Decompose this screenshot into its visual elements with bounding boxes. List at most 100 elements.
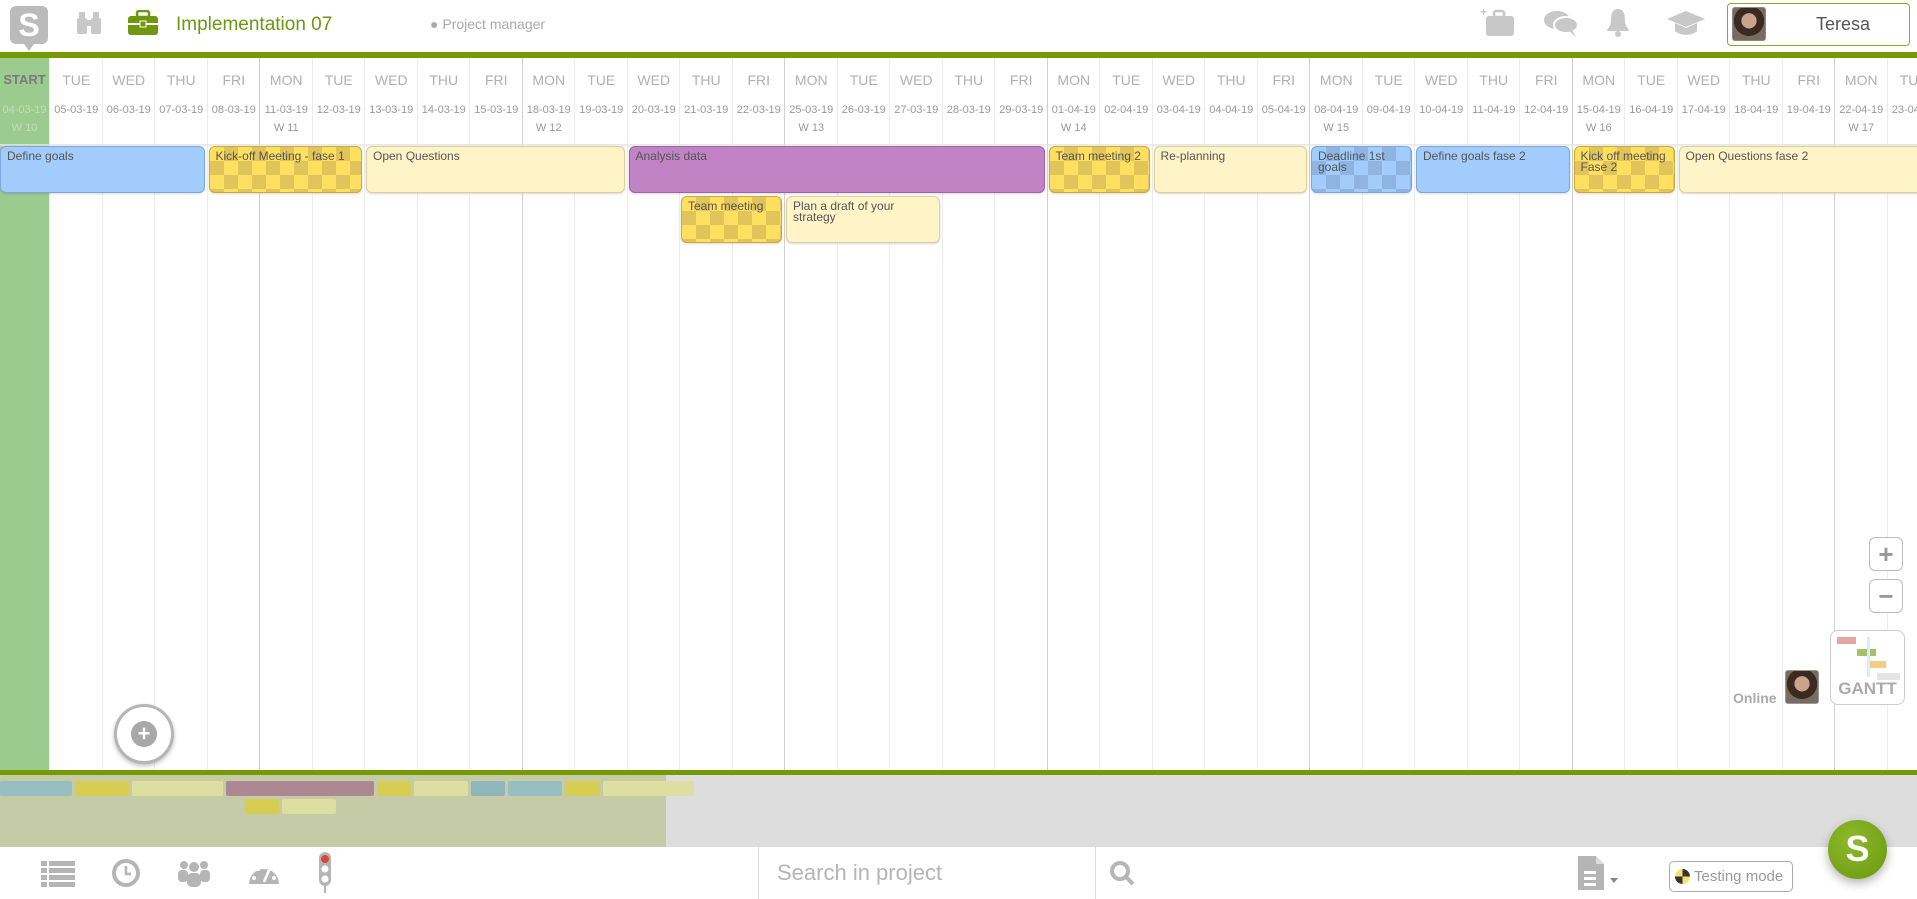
- day-of-week: MON: [1582, 72, 1616, 88]
- day-of-week: FRI: [1534, 72, 1558, 88]
- day-header: TUE 05-03-19: [50, 58, 103, 144]
- day-date: 19-04-19: [1786, 104, 1831, 116]
- day-of-week: WED: [1424, 72, 1458, 88]
- day-header: FRI 08-03-19: [208, 58, 261, 144]
- day-date: 26-03-19: [841, 104, 886, 116]
- testing-mode-button[interactable]: Testing mode: [1669, 861, 1793, 892]
- bell-icon[interactable]: [1603, 6, 1633, 38]
- day-date: 15-04-19: [1576, 104, 1621, 116]
- online-user-avatar[interactable]: [1785, 670, 1819, 704]
- day-of-week: THU: [1479, 72, 1509, 88]
- gantt-timeline[interactable]: START 04-03-19 W 10 TUE 05-03-19 WED 06-…: [0, 58, 1917, 770]
- minimap-task: [376, 781, 412, 796]
- day-date: 28-03-19: [946, 104, 991, 116]
- day-of-week: THU: [691, 72, 721, 88]
- day-header: WED 06-03-19: [103, 58, 156, 144]
- minimap-task: [564, 781, 600, 796]
- search-icon[interactable]: [1108, 857, 1136, 889]
- app-logo[interactable]: S: [10, 6, 48, 51]
- team-icon[interactable]: [176, 857, 212, 889]
- week-number: W 15: [1323, 122, 1350, 134]
- minimap-task: [470, 781, 506, 796]
- task-bar[interactable]: Deadline 1st goals: [1311, 146, 1412, 193]
- user-menu[interactable]: Teresa: [1727, 3, 1910, 46]
- clock-icon[interactable]: [110, 857, 142, 889]
- day-header: TUE 09-04-19: [1363, 58, 1416, 144]
- day-date: 12-04-19: [1524, 104, 1569, 116]
- day-header: THU 04-04-19: [1205, 58, 1258, 144]
- day-header: FRI 22-03-19: [733, 58, 786, 144]
- day-date: 10-04-19: [1419, 104, 1464, 116]
- dashboard-icon[interactable]: [246, 857, 282, 889]
- zoom-in-button[interactable]: +: [1869, 537, 1903, 571]
- day-date: 14-03-19: [421, 104, 466, 116]
- timeline-minimap[interactable]: [0, 770, 1917, 847]
- task-bar[interactable]: Kick-off Meeting - fase 1: [208, 146, 362, 193]
- svg-text:+: +: [1480, 6, 1487, 19]
- document-menu[interactable]: [1576, 856, 1620, 890]
- day-date: 02-04-19: [1104, 104, 1149, 116]
- day-of-week: THU: [166, 72, 196, 88]
- graduation-cap-icon[interactable]: [1666, 8, 1706, 38]
- briefcase-icon[interactable]: [126, 9, 160, 37]
- task-bar[interactable]: Re-planning: [1153, 146, 1307, 193]
- day-date: 13-03-19: [369, 104, 414, 116]
- chat-icon[interactable]: [1543, 7, 1579, 39]
- day-header: TUE 26-03-19: [838, 58, 891, 144]
- traffic-light-icon[interactable]: [316, 851, 334, 893]
- task-bar[interactable]: Define goals: [0, 146, 205, 193]
- user-avatar: [1732, 7, 1766, 41]
- top-bar: S Implementation 07 ● Project manager + …: [0, 0, 1917, 58]
- day-date: 11-03-19: [264, 104, 308, 116]
- day-of-week: WED: [1162, 72, 1196, 88]
- task-bar[interactable]: Define goals fase 2: [1416, 146, 1570, 193]
- day-date: 08-03-19: [211, 104, 256, 116]
- day-header: MON 01-04-19 W 14: [1048, 58, 1101, 144]
- task-bar[interactable]: Team meeting: [681, 196, 782, 243]
- add-task-button[interactable]: +: [114, 704, 174, 764]
- start-label: START: [3, 72, 46, 87]
- day-header: TUE 02-04-19: [1100, 58, 1153, 144]
- plus-icon: +: [131, 721, 157, 747]
- day-of-week: FRI: [1272, 72, 1296, 88]
- task-bar[interactable]: Open Questions fase 2: [1678, 146, 1917, 193]
- day-of-week: WED: [1687, 72, 1721, 88]
- day-date: 23-04-19: [1891, 104, 1917, 116]
- day-date: 11-04-19: [1472, 104, 1516, 116]
- task-bar[interactable]: Plan a draft of your strategy: [786, 196, 940, 243]
- task-bar[interactable]: Open Questions: [366, 146, 625, 193]
- day-header: TUE 16-04-19: [1625, 58, 1678, 144]
- start-week: W 10: [11, 122, 38, 134]
- list-icon[interactable]: [40, 857, 76, 889]
- day-header: WED 10-04-19: [1415, 58, 1468, 144]
- day-header: THU 11-04-19: [1468, 58, 1521, 144]
- week-number: W 13: [798, 122, 825, 134]
- task-bar[interactable]: Team meeting 2: [1048, 146, 1150, 193]
- task-bar[interactable]: Kick off meeting Fase 2: [1573, 146, 1675, 193]
- day-date: 16-04-19: [1629, 104, 1674, 116]
- day-date: 07-03-19: [159, 104, 204, 116]
- day-header: FRI 05-04-19: [1258, 58, 1311, 144]
- bottom-bar: Testing mode: [0, 847, 1917, 899]
- day-date: 05-03-19: [54, 104, 99, 116]
- day-header: WED 17-04-19: [1678, 58, 1731, 144]
- testing-mode-icon: [1675, 869, 1690, 884]
- search-input[interactable]: [777, 859, 1077, 887]
- binoculars-icon[interactable]: [74, 8, 104, 38]
- assistant-button[interactable]: S: [1828, 820, 1887, 879]
- day-of-week: THU: [1741, 72, 1771, 88]
- day-header: MON 22-04-19 W 17: [1835, 58, 1888, 144]
- gantt-label: GANTT: [1838, 679, 1897, 698]
- day-of-week: TUE: [1112, 72, 1141, 88]
- task-bar[interactable]: Analysis data: [628, 146, 1045, 193]
- day-header: THU 18-04-19: [1730, 58, 1783, 144]
- day-of-week: WED: [637, 72, 671, 88]
- day-of-week: THU: [429, 72, 459, 88]
- testing-mode-label: Testing mode: [1694, 868, 1784, 885]
- gantt-view-button[interactable]: GANTT: [1830, 630, 1905, 705]
- day-of-week: FRI: [484, 72, 508, 88]
- day-of-week: FRI: [1009, 72, 1033, 88]
- project-title[interactable]: Implementation 07: [176, 14, 332, 36]
- zoom-out-button[interactable]: −: [1869, 579, 1903, 613]
- new-project-icon[interactable]: +: [1480, 6, 1516, 38]
